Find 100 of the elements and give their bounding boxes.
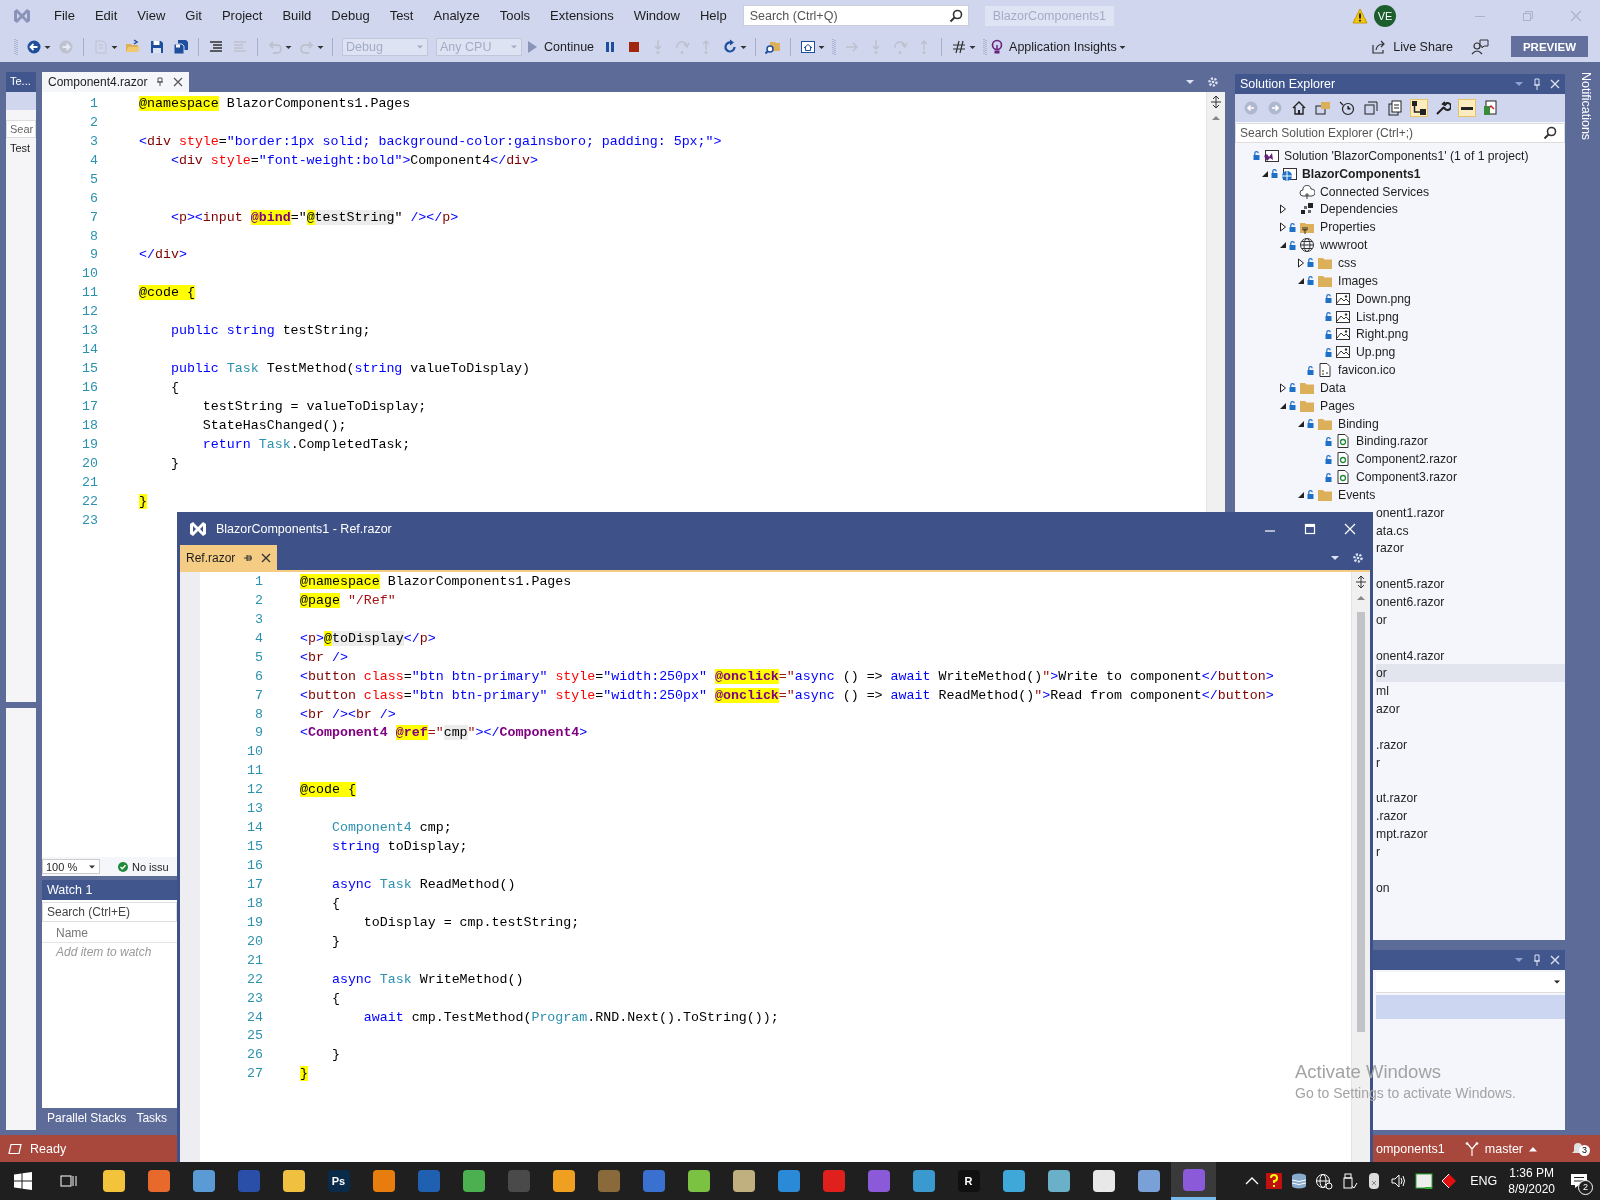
tree-item[interactable]: Data [1320, 380, 1346, 395]
panel-tab[interactable]: Te... [6, 72, 36, 92]
pin-icon[interactable] [243, 552, 254, 563]
account-avatar[interactable]: VE [1374, 4, 1396, 27]
menu-item[interactable]: Build [272, 8, 322, 23]
tree-item[interactable]: onent1.razor [1376, 505, 1445, 520]
project-status[interactable]: omponents1 [1376, 1141, 1445, 1156]
hatched-lines-icon[interactable] [951, 38, 968, 55]
tree-item[interactable]: Connected Services [1320, 184, 1430, 199]
chevron-up-icon[interactable] [1245, 1176, 1260, 1186]
tree-item[interactable]: onent4.razor [1376, 648, 1445, 663]
branch-name[interactable]: master [1484, 1141, 1523, 1156]
grip-handle[interactable] [832, 37, 837, 56]
tree-item[interactable]: Right.png [1356, 327, 1409, 342]
tree-sync-icon[interactable] [1411, 100, 1427, 116]
dropdown-field[interactable] [1376, 972, 1565, 993]
tree-item[interactable]: or [1376, 666, 1387, 681]
copy-pages-icon[interactable] [1387, 100, 1403, 116]
document-tab[interactable]: Component4.razor [42, 72, 190, 92]
dropdown-icon[interactable] [1185, 77, 1195, 87]
search-field[interactable]: Sear [6, 120, 36, 138]
menu-item[interactable]: Extensions [540, 8, 624, 23]
collapsed-arrow-icon[interactable] [1279, 204, 1287, 215]
dropdown-icon[interactable] [1514, 955, 1524, 965]
menu-item[interactable]: Window [623, 8, 690, 23]
wrench-icon[interactable] [1435, 100, 1451, 116]
tree-item[interactable]: css [1338, 256, 1357, 270]
tree-item[interactable]: List.png [1356, 309, 1399, 324]
preview-page-icon[interactable] [1483, 100, 1499, 116]
tree-item[interactable]: onent6.razor [1376, 595, 1445, 609]
help-icon[interactable] [1265, 1172, 1284, 1190]
tree-item[interactable]: favicon.ico [1338, 363, 1396, 378]
save-all-icon[interactable] [173, 38, 189, 55]
usb-drive-icon[interactable] [1340, 1172, 1359, 1190]
task-view-icon[interactable] [59, 1173, 78, 1189]
menu-item[interactable]: Analyze [423, 8, 490, 23]
selected-row-highlight[interactable]: or [1376, 664, 1565, 683]
settings-icon[interactable] [1352, 551, 1364, 564]
menu-item[interactable]: Project [211, 8, 273, 23]
continue-button[interactable]: Continue [544, 39, 595, 54]
expanded-arrow-icon[interactable] [1261, 169, 1269, 178]
search-field[interactable]: Search Solution Explorer (Ctrl+;) [1235, 123, 1565, 143]
minus-bar-icon[interactable] [1459, 100, 1475, 116]
pin-icon[interactable] [155, 77, 166, 87]
tree-item[interactable]: Solution 'BlazorComponents1' (1 of 1 project) [1284, 148, 1529, 163]
tree-item[interactable]: or [1376, 612, 1387, 627]
window-home-icon[interactable] [800, 38, 817, 55]
pin-icon[interactable] [1532, 78, 1542, 90]
grip-handle[interactable] [983, 37, 988, 56]
notifications-tab[interactable]: Notifications [1579, 72, 1593, 150]
tree-item[interactable]: Binding [1338, 416, 1379, 431]
collapsed-arrow-icon[interactable] [1297, 258, 1305, 268]
database-icon[interactable] [1290, 1172, 1309, 1190]
tree-item[interactable]: Up.png [1356, 345, 1396, 360]
tree-item[interactable]: r [1376, 755, 1381, 770]
menu-item[interactable]: View [127, 8, 176, 23]
search-field[interactable]: Search (Ctrl+Q) [742, 5, 969, 26]
settings-icon[interactable] [1207, 76, 1219, 88]
application-insights-button[interactable]: Application Insights [1009, 39, 1117, 54]
search-field[interactable]: Search (Ctrl+E) [42, 902, 177, 922]
expanded-arrow-icon[interactable] [1279, 241, 1287, 250]
close-icon[interactable] [261, 552, 272, 563]
dropdown-icon[interactable] [1514, 79, 1524, 89]
language-indicator[interactable]: ENG [1470, 1174, 1498, 1188]
menu-item[interactable]: Debug [321, 8, 380, 23]
grip-handle[interactable] [14, 37, 18, 56]
taskbar-app-button[interactable]: R [946, 1162, 991, 1200]
menu-item[interactable]: Git [175, 8, 212, 23]
expanded-arrow-icon[interactable] [1297, 490, 1305, 499]
menu-item[interactable]: Help [689, 8, 737, 23]
expanded-arrow-icon[interactable] [1297, 419, 1305, 428]
tree-item[interactable]: Component2.razor [1356, 452, 1457, 467]
tree-item[interactable]: Component3.razor [1356, 470, 1457, 485]
menu-item[interactable]: Tools [489, 8, 541, 23]
tree-item[interactable]: Events [1338, 487, 1376, 502]
monitor-icon[interactable] [1415, 1172, 1434, 1190]
open-folder-icon[interactable] [125, 38, 141, 55]
tree-item[interactable]: mpt.razor [1376, 827, 1428, 841]
tree-item[interactable]: ut.razor [1376, 791, 1418, 806]
tree-item[interactable]: ml [1376, 684, 1389, 699]
history-clock-icon[interactable] [1339, 100, 1355, 116]
tree-item[interactable]: r [1376, 844, 1381, 859]
collapse-all-icon[interactable] [1363, 100, 1379, 116]
windows-logo-icon[interactable] [14, 1172, 32, 1190]
tree-item[interactable]: wwwroot [1320, 238, 1368, 253]
tree-item[interactable]: .razor [1376, 737, 1408, 752]
indent-lines-icon[interactable] [208, 38, 224, 55]
tree-item[interactable]: Binding.razor [1356, 434, 1428, 449]
tree-item[interactable]: Pages [1320, 398, 1355, 413]
expanded-arrow-icon[interactable] [1279, 401, 1287, 410]
tree-item[interactable]: .razor [1376, 809, 1408, 824]
tree-item[interactable]: on [1376, 880, 1390, 895]
maximize-icon[interactable] [1304, 522, 1316, 535]
tree-item[interactable]: Down.png [1356, 291, 1411, 306]
tree-item[interactable]: onent5.razor [1376, 577, 1445, 592]
globe-icon[interactable] [1315, 1172, 1334, 1190]
menu-item[interactable]: Test [379, 8, 424, 23]
list-item[interactable]: Test [6, 142, 36, 154]
clock-date[interactable]: 8/9/2020 [1508, 1181, 1555, 1197]
taskbar-app-button[interactable]: Ps [316, 1162, 361, 1200]
